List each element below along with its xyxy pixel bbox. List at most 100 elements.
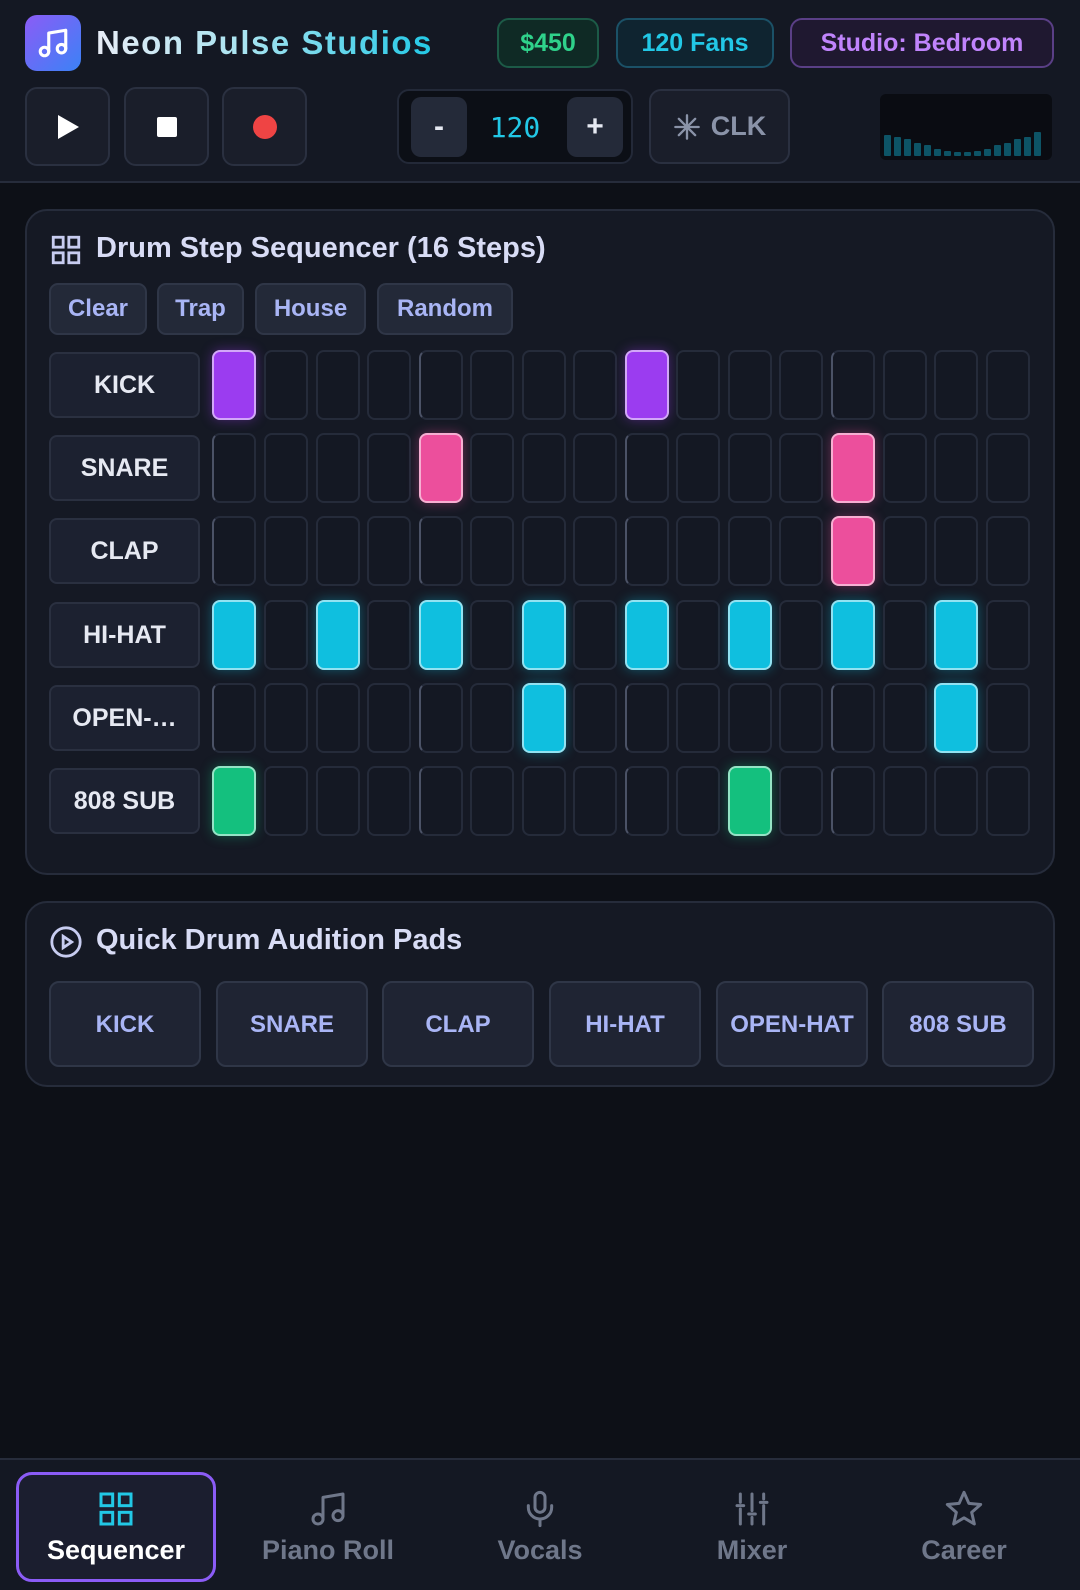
step-cell[interactable] [779, 516, 823, 586]
step-cell[interactable] [676, 683, 720, 753]
step-cell[interactable] [264, 683, 308, 753]
step-cell[interactable] [934, 600, 978, 670]
step-cell[interactable] [831, 350, 875, 420]
step-cell[interactable] [264, 433, 308, 503]
step-cell[interactable] [986, 516, 1030, 586]
step-cell[interactable] [419, 350, 463, 420]
step-cell[interactable] [470, 433, 514, 503]
pad-snare[interactable]: SNARE [216, 981, 368, 1067]
nav-sequencer[interactable]: Sequencer [16, 1472, 216, 1582]
preset-house-button[interactable]: House [255, 283, 366, 335]
step-cell[interactable] [316, 350, 360, 420]
step-cell[interactable] [728, 433, 772, 503]
step-cell[interactable] [367, 766, 411, 836]
step-cell[interactable] [522, 350, 566, 420]
step-cell[interactable] [419, 516, 463, 586]
step-cell[interactable] [573, 766, 617, 836]
step-cell[interactable] [573, 600, 617, 670]
step-cell[interactable] [883, 600, 927, 670]
step-cell[interactable] [779, 683, 823, 753]
step-cell[interactable] [367, 516, 411, 586]
step-cell[interactable] [367, 600, 411, 670]
step-cell[interactable] [986, 433, 1030, 503]
step-cell[interactable] [316, 683, 360, 753]
preset-trap-button[interactable]: Trap [157, 283, 244, 335]
nav-career[interactable]: Career [864, 1472, 1064, 1582]
step-cell[interactable] [728, 600, 772, 670]
tempo-increase-button[interactable]: + [567, 97, 623, 157]
record-button[interactable] [222, 87, 307, 166]
step-cell[interactable] [625, 683, 669, 753]
step-cell[interactable] [883, 350, 927, 420]
step-cell[interactable] [316, 433, 360, 503]
step-cell[interactable] [883, 516, 927, 586]
step-cell[interactable] [522, 600, 566, 670]
step-cell[interactable] [419, 683, 463, 753]
step-cell[interactable] [831, 683, 875, 753]
step-cell[interactable] [573, 350, 617, 420]
step-cell[interactable] [367, 683, 411, 753]
step-cell[interactable] [625, 600, 669, 670]
pad-hi-hat[interactable]: HI-HAT [549, 981, 701, 1067]
step-cell[interactable] [573, 433, 617, 503]
step-cell[interactable] [779, 350, 823, 420]
step-cell[interactable] [934, 433, 978, 503]
step-cell[interactable] [986, 600, 1030, 670]
nav-vocals[interactable]: Vocals [440, 1472, 640, 1582]
pad-open-hat[interactable]: OPEN-HAT [716, 981, 868, 1067]
step-cell[interactable] [522, 766, 566, 836]
step-cell[interactable] [625, 433, 669, 503]
preset-clear-button[interactable]: Clear [49, 283, 147, 335]
step-cell[interactable] [779, 766, 823, 836]
step-cell[interactable] [522, 683, 566, 753]
step-cell[interactable] [470, 516, 514, 586]
step-cell[interactable] [573, 516, 617, 586]
step-cell[interactable] [470, 683, 514, 753]
step-cell[interactable] [676, 516, 720, 586]
step-cell[interactable] [883, 433, 927, 503]
step-cell[interactable] [264, 350, 308, 420]
stop-button[interactable] [124, 87, 209, 166]
step-cell[interactable] [470, 350, 514, 420]
step-cell[interactable] [419, 766, 463, 836]
step-cell[interactable] [419, 433, 463, 503]
step-cell[interactable] [573, 683, 617, 753]
step-cell[interactable] [264, 766, 308, 836]
step-cell[interactable] [522, 516, 566, 586]
step-cell[interactable] [831, 600, 875, 670]
step-cell[interactable] [316, 600, 360, 670]
step-cell[interactable] [986, 766, 1030, 836]
preset-random-button[interactable]: Random [377, 283, 513, 335]
tempo-decrease-button[interactable]: - [411, 97, 467, 157]
step-cell[interactable] [212, 516, 256, 586]
step-cell[interactable] [212, 350, 256, 420]
step-cell[interactable] [367, 350, 411, 420]
step-cell[interactable] [779, 433, 823, 503]
step-cell[interactable] [625, 350, 669, 420]
step-cell[interactable] [676, 766, 720, 836]
nav-piano-roll[interactable]: Piano Roll [228, 1472, 428, 1582]
step-cell[interactable] [934, 766, 978, 836]
step-cell[interactable] [264, 516, 308, 586]
step-cell[interactable] [883, 766, 927, 836]
step-cell[interactable] [625, 766, 669, 836]
step-cell[interactable] [212, 600, 256, 670]
step-cell[interactable] [986, 683, 1030, 753]
step-cell[interactable] [367, 433, 411, 503]
step-cell[interactable] [676, 350, 720, 420]
step-cell[interactable] [934, 683, 978, 753]
step-cell[interactable] [470, 766, 514, 836]
step-cell[interactable] [728, 350, 772, 420]
pad-808-sub[interactable]: 808 SUB [882, 981, 1034, 1067]
step-cell[interactable] [934, 350, 978, 420]
clock-button[interactable]: CLK [649, 89, 790, 164]
step-cell[interactable] [728, 683, 772, 753]
step-cell[interactable] [728, 516, 772, 586]
step-cell[interactable] [986, 350, 1030, 420]
step-cell[interactable] [419, 600, 463, 670]
nav-mixer[interactable]: Mixer [652, 1472, 852, 1582]
step-cell[interactable] [264, 600, 308, 670]
step-cell[interactable] [316, 766, 360, 836]
step-cell[interactable] [625, 516, 669, 586]
play-button[interactable] [25, 87, 110, 166]
